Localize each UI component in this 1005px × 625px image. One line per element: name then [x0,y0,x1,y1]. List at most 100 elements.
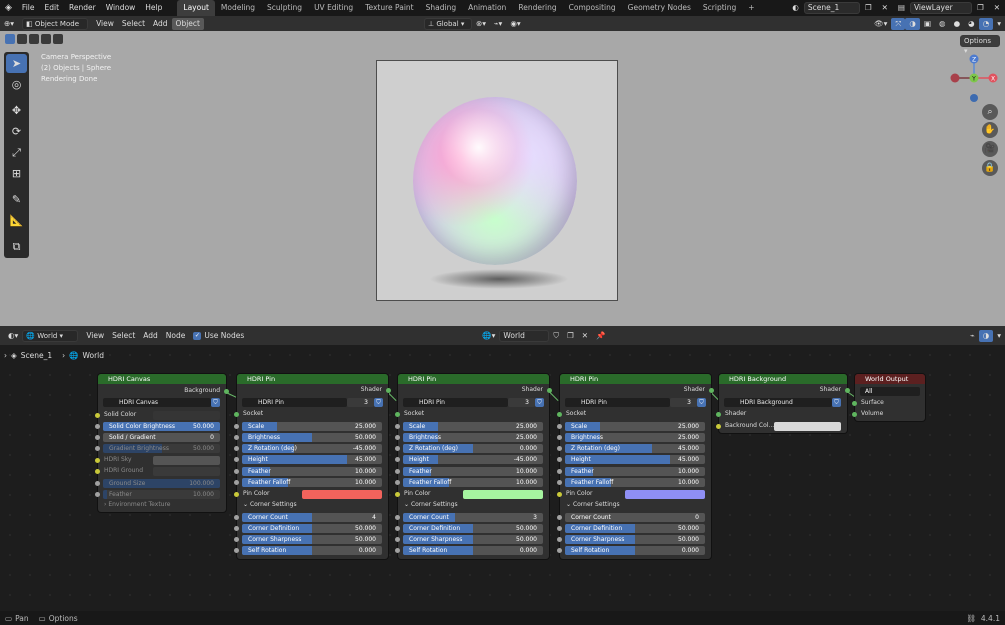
fake-user-shield-icon[interactable]: ⛉ [549,330,563,342]
input-socket[interactable] [395,411,400,417]
input-socket[interactable] [716,411,721,417]
input-socket[interactable] [557,525,562,531]
input-socket[interactable] [234,514,239,520]
measure-tool-icon[interactable]: 📐 [6,211,27,230]
select-box-icon[interactable] [5,34,15,44]
pin-color-swatch[interactable] [302,489,382,499]
field-slider[interactable]: Corner Definition 50.000 [403,523,543,533]
node-menu-select[interactable]: Select [108,330,139,342]
field-slider[interactable]: Self Rotation 0.000 [403,546,543,556]
field-slider[interactable]: Feather Falloff 10.000 [242,478,382,487]
annotate-tool-icon[interactable]: ✎ [6,190,27,209]
env-texture-panel[interactable]: › Environment Texture [98,500,226,510]
input-socket[interactable] [234,457,239,463]
input-socket[interactable] [557,411,562,417]
field-slider[interactable]: Feather Falloff 10.000 [565,478,705,487]
input-socket[interactable] [95,468,100,474]
input-socket[interactable] [395,468,400,474]
tab-compositing[interactable]: Compositing [563,0,622,16]
input-socket[interactable] [234,491,239,497]
input-socket[interactable] [395,525,400,531]
input-socket[interactable] [234,537,239,543]
corner-settings-panel[interactable]: ⌄ Corner Settings [398,500,549,510]
field-slider[interactable]: Z Rotation (deg) -45.000 [242,444,382,454]
cursor-tool-icon[interactable]: ◎ [6,75,27,94]
input-socket[interactable] [395,514,400,520]
zoom-icon[interactable]: ⌕ [982,104,998,120]
field-slider[interactable]: Feather 10.000 [103,489,220,499]
select-mode-icons[interactable] [5,34,65,45]
delete-scene-icon[interactable]: ✕ [877,0,893,16]
node-hdri-canvas[interactable]: HDRI Canvas Background HDRI Canvas ⛉ Sol… [95,374,229,512]
menu-edit[interactable]: Edit [39,0,64,16]
input-socket[interactable] [557,446,562,452]
pan-hand-icon[interactable]: ✋ [982,122,998,138]
menu-render[interactable]: Render [64,0,101,16]
input-socket[interactable] [557,548,562,554]
user-count[interactable]: 3 [347,397,374,407]
input-socket[interactable] [234,446,239,452]
input-socket[interactable] [234,548,239,554]
input-socket[interactable] [716,423,721,429]
rendered-sphere[interactable] [413,97,577,265]
field-slider[interactable]: Corner Sharpness 50.000 [242,535,382,545]
node-hdri-background[interactable]: HDRI Background Shader HDRI Background ⛉… [716,374,850,433]
select-tool-icon[interactable]: ➤ [6,54,27,73]
tab-shading[interactable]: Shading [420,0,462,16]
breadcrumb-world[interactable]: World [83,351,105,360]
breadcrumb-scene[interactable]: Scene_1 [21,351,52,360]
move-tool-icon[interactable]: ✥ [6,101,27,120]
field-slider[interactable]: Corner Count 4 [242,512,382,522]
field-slider[interactable]: Corner Count 3 [403,512,543,522]
shield-icon[interactable]: ⛉ [535,397,544,407]
select-extend-icon[interactable] [17,34,27,44]
unlink-world-icon[interactable]: ✕ [578,330,592,342]
node-world-output[interactable]: World Output All Surface Volume [852,374,925,421]
pin-color-swatch[interactable] [463,489,543,499]
tab-rendering[interactable]: Rendering [512,0,562,16]
field-slider[interactable]: Brightness 50.000 [242,432,382,442]
node-group-dropdown[interactable]: HDRI Background [724,397,832,407]
snap-icon[interactable]: ⌁▾ [490,18,506,30]
field-slider[interactable]: Z Rotation (deg) 0.000 [403,444,543,454]
input-socket[interactable] [95,445,100,451]
input-socket[interactable] [234,525,239,531]
input-socket[interactable] [234,434,239,440]
object-mode-dropdown[interactable]: ◧ Object Mode ▾ [22,17,89,38]
new-world-icon[interactable]: ❐ [563,330,578,342]
lock-camera-icon[interactable]: 🔒 [982,160,998,176]
node-header[interactable]: HDRI Pin [560,374,711,384]
node-header[interactable]: HDRI Pin [237,374,388,384]
select-invert-icon[interactable] [41,34,51,44]
tab-sculpting[interactable]: Sculpting [261,0,308,16]
input-socket[interactable] [557,457,562,463]
input-socket[interactable] [395,423,400,429]
node-group-dropdown[interactable]: HDRI Pin [403,397,508,407]
xray-icon[interactable]: ▣ [920,18,935,30]
pin-color-swatch[interactable] [625,489,705,499]
tab-layout[interactable]: Layout [177,0,215,16]
scale-tool-icon[interactable]: ⤢ [6,143,27,162]
field-slider[interactable]: Brightness 25.000 [565,432,705,442]
input-socket[interactable] [557,537,562,543]
node-header[interactable]: HDRI Pin [398,374,549,384]
rotate-tool-icon[interactable]: ⟳ [6,122,27,141]
field-slider[interactable]: Corner Definition 50.000 [242,523,382,533]
input-socket[interactable] [557,491,562,497]
menu-window[interactable]: Window [101,0,141,16]
shield-icon[interactable]: ⛉ [211,397,220,407]
add-cube-tool-icon[interactable]: ⧉ [6,237,27,256]
field-slider[interactable]: Gradient Brightness 50.000 [103,443,220,453]
menu-add[interactable]: Add [149,18,172,30]
input-socket[interactable] [852,411,857,417]
output-socket[interactable] [845,387,850,393]
shading-options-icon[interactable]: ▾ [993,18,1005,30]
transform-tool-icon[interactable]: ⊞ [6,164,27,183]
input-socket[interactable] [395,480,400,485]
menu-file[interactable]: File [17,0,40,16]
node-header[interactable]: HDRI Background [719,374,847,384]
node-header[interactable]: World Output [855,374,925,384]
snapping-icon[interactable]: ⌁ [966,330,979,342]
field-slider[interactable]: Height -45.000 [403,455,543,465]
field-slider[interactable]: Scale 25.000 [565,421,705,431]
